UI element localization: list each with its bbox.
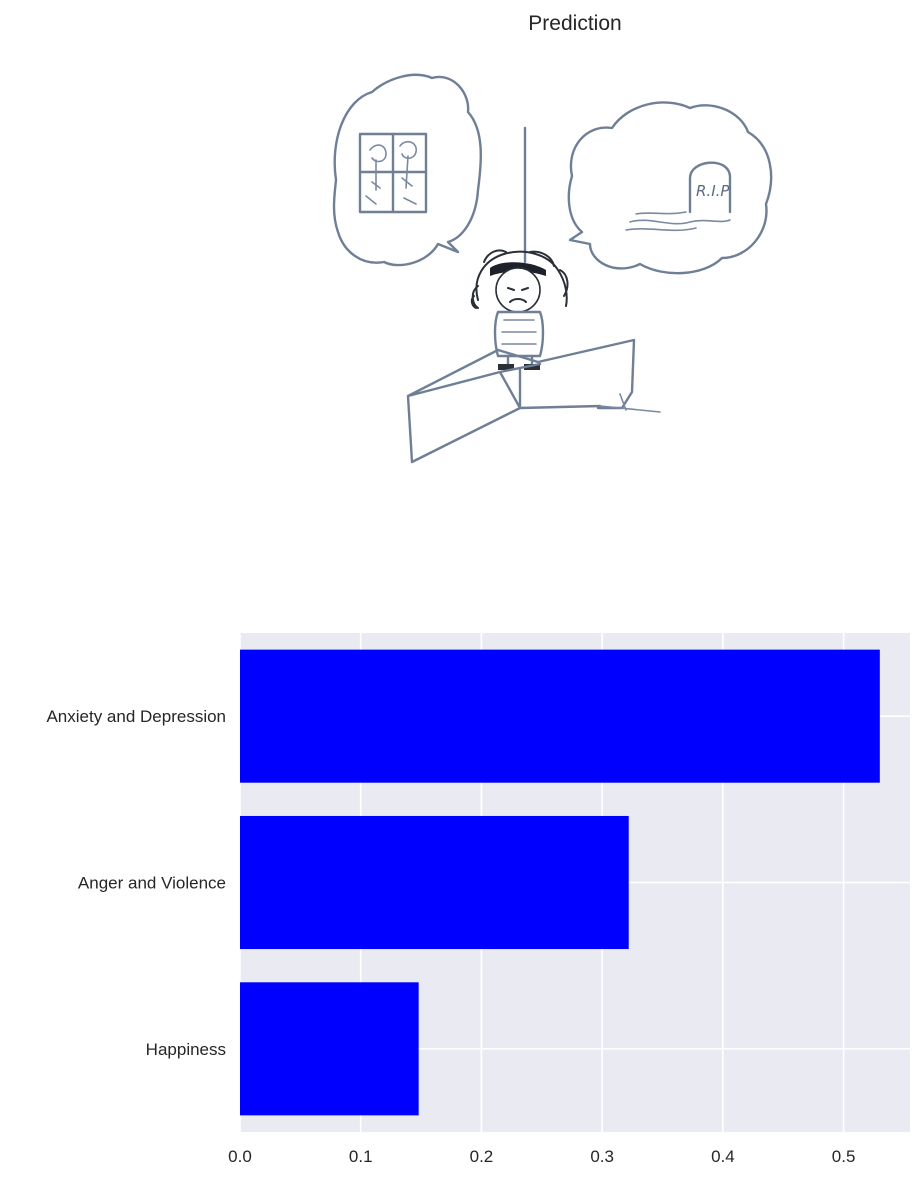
bar-chart: 0.0 0.1 0.2 0.3 0.4 0.5 Anxiety and Depressio… bbox=[46, 633, 910, 1166]
headstone-icon: R.I.P bbox=[625, 161, 732, 232]
bar bbox=[240, 815, 629, 950]
bar bbox=[240, 649, 880, 783]
category-label: Anger and Violence bbox=[78, 874, 226, 893]
ledge bbox=[406, 338, 636, 464]
bar bbox=[240, 982, 419, 1116]
sad-character bbox=[470, 249, 569, 370]
window-icon bbox=[358, 132, 428, 214]
category-label: Happiness bbox=[146, 1040, 226, 1059]
x-tick-label: 0.2 bbox=[470, 1147, 494, 1166]
x-tick-label: 0.1 bbox=[349, 1147, 373, 1166]
category-label: Anxiety and Depression bbox=[46, 707, 226, 726]
figure: Prediction R.I.P 0.0 0.1 0.2 0.3 0.4 0.5… bbox=[46, 12, 910, 1166]
x-tick-label: 0.3 bbox=[590, 1147, 614, 1166]
prediction-title: Prediction bbox=[528, 12, 621, 35]
sketch-drawing: R.I.P bbox=[332, 73, 773, 464]
x-tick-label: 0.0 bbox=[228, 1147, 252, 1166]
x-tick-label: 0.5 bbox=[832, 1147, 856, 1166]
right-thought-cloud bbox=[567, 101, 773, 275]
headstone-text: R.I.P bbox=[696, 182, 730, 200]
category-labels: Anxiety and Depression Anger and Violence… bbox=[46, 707, 226, 1059]
x-tick-label: 0.4 bbox=[711, 1147, 735, 1166]
x-tick-labels: 0.0 0.1 0.2 0.3 0.4 0.5 bbox=[228, 1147, 855, 1166]
